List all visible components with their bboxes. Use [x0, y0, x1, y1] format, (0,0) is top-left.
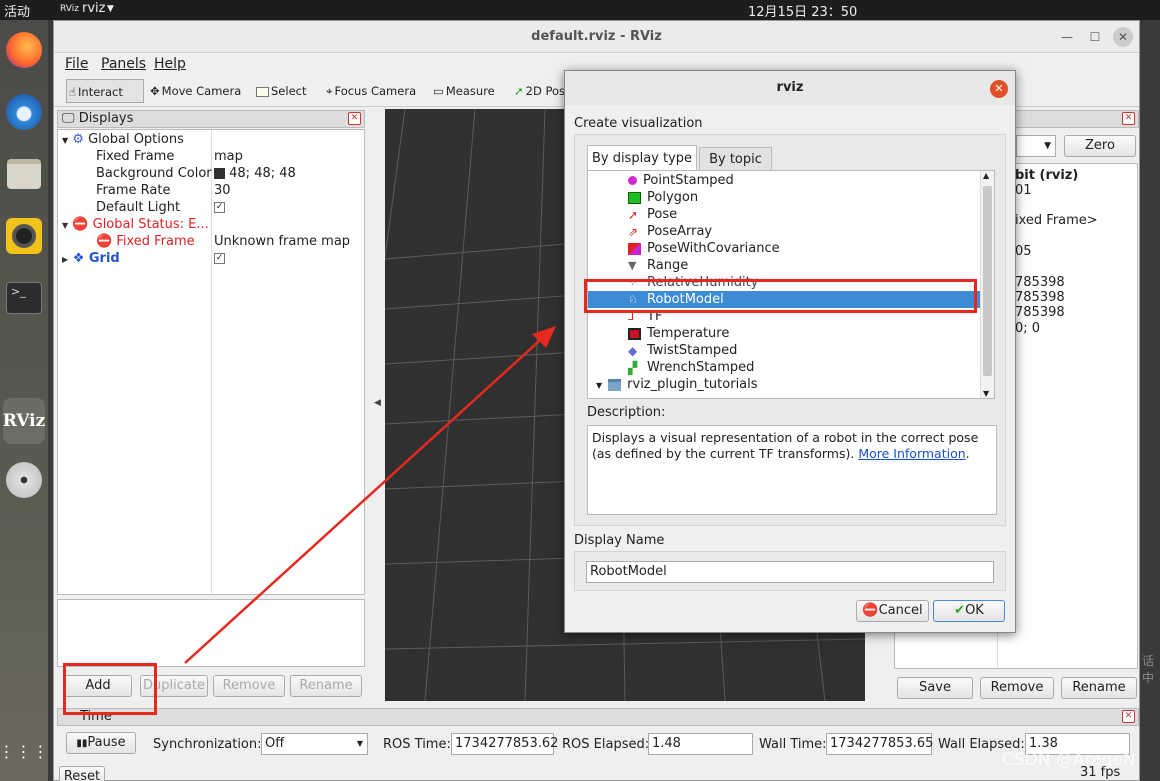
annotation-arrow — [184, 326, 556, 664]
watermark: CSDN @AregeN — [1002, 750, 1136, 770]
